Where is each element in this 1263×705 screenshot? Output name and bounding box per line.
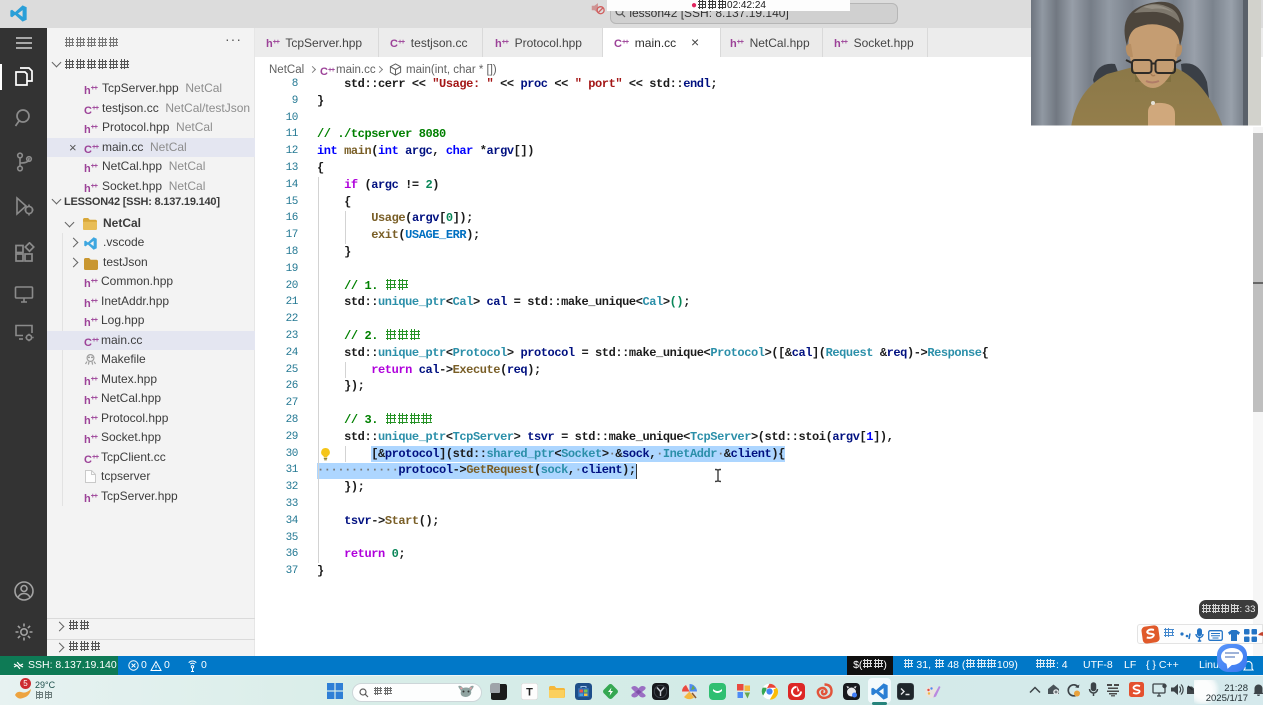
svg-text:T: T — [526, 687, 533, 699]
